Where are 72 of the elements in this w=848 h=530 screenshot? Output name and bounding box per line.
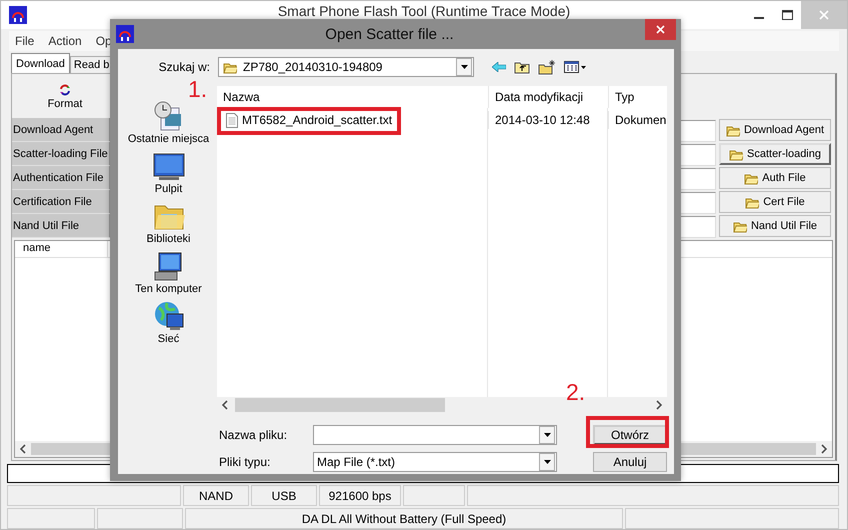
field-label: Szukaj w: bbox=[158, 60, 211, 74]
step-number: 2. bbox=[566, 380, 586, 404]
browse-button[interactable]: Auth File bbox=[719, 167, 831, 189]
folder-icon bbox=[745, 196, 760, 208]
cancel-button[interactable]: Anuluj bbox=[593, 452, 667, 472]
open-button[interactable]: Otwórz bbox=[593, 425, 667, 445]
status-cell bbox=[403, 485, 465, 506]
field-label: Nand Util File bbox=[12, 214, 111, 238]
text-file-icon bbox=[226, 112, 238, 128]
file-name-field[interactable] bbox=[313, 425, 557, 445]
minimize-icon bbox=[754, 17, 764, 19]
browse-button[interactable]: Nand Util File bbox=[719, 215, 831, 237]
dropdown-arrow-icon bbox=[460, 65, 468, 69]
column-header[interactable]: Data modyfikacji bbox=[488, 86, 608, 108]
up-folder-icon bbox=[514, 60, 530, 74]
file-name[interactable]: MT6582_Android_scatter.txt bbox=[242, 113, 392, 127]
tab[interactable]: Read b bbox=[70, 56, 110, 73]
close-icon bbox=[819, 10, 829, 20]
place-item[interactable]: Ostatnie miejsca bbox=[128, 100, 210, 150]
step-number: 1. bbox=[188, 77, 208, 101]
folder-icon bbox=[729, 148, 743, 160]
network-icon bbox=[152, 300, 184, 331]
computer-icon bbox=[152, 250, 184, 281]
place-item[interactable]: Ten komputer bbox=[135, 250, 202, 300]
field-label: Nazwa pliku: bbox=[218, 428, 288, 442]
file-type: Dokumen bbox=[608, 111, 667, 129]
close-icon bbox=[656, 25, 665, 34]
browse-button[interactable]: Download Agent bbox=[719, 119, 831, 141]
column-header[interactable]: Nazwa bbox=[217, 86, 488, 108]
place-item[interactable]: Biblioteki bbox=[146, 200, 191, 250]
status-cell: DA DL All Without Battery (Full Speed) bbox=[185, 508, 623, 529]
status-cell: USB bbox=[251, 485, 317, 506]
menu-item[interactable]: File bbox=[15, 34, 34, 48]
browse-button[interactable]: Cert File bbox=[719, 191, 831, 213]
field-label: Certification File bbox=[12, 190, 111, 214]
field-label: Pliki typu: bbox=[218, 455, 272, 469]
file-date: 2014-03-10 12:48 bbox=[488, 111, 608, 129]
folder-icon bbox=[732, 220, 747, 232]
folder-dropdown[interactable]: ZP780_20140310-194809 bbox=[218, 57, 474, 77]
format-button[interactable]: Format bbox=[40, 82, 90, 112]
app-icon bbox=[9, 6, 27, 24]
field-label: Scatter-loading File bbox=[12, 142, 111, 166]
dropdown-arrow-icon bbox=[544, 460, 550, 464]
menu-item[interactable]: Action bbox=[48, 34, 82, 48]
folder-icon bbox=[223, 60, 237, 74]
close-button[interactable] bbox=[645, 19, 676, 40]
column-header[interactable]: name bbox=[15, 241, 108, 257]
status-cell: 921600 bps bbox=[319, 485, 401, 506]
view-menu-icon bbox=[564, 61, 586, 73]
place-item[interactable]: Sieć bbox=[152, 300, 184, 350]
scroll-right-icon bbox=[655, 400, 663, 410]
window-title: Smart Phone Flash Tool (Runtime Trace Mode) bbox=[278, 3, 570, 19]
folder-icon bbox=[726, 124, 740, 136]
back-arrow-icon bbox=[492, 62, 506, 72]
column-header[interactable]: Typ bbox=[608, 86, 667, 108]
dropdown-arrow-icon bbox=[544, 433, 550, 437]
place-item[interactable]: Pulpit bbox=[152, 150, 184, 200]
tab[interactable]: Download bbox=[11, 53, 70, 73]
folder-icon bbox=[744, 172, 758, 184]
app-icon bbox=[116, 25, 134, 43]
scroll-left-icon bbox=[19, 444, 27, 454]
scroll-left-icon bbox=[221, 400, 229, 410]
field-label: Authentication File bbox=[12, 166, 111, 190]
status-cell: NAND bbox=[183, 485, 249, 506]
dialog-title: Open Scatter file ... bbox=[325, 26, 454, 42]
field-label: Download Agent bbox=[12, 118, 111, 142]
browse-button[interactable]: Scatter-loading bbox=[719, 143, 831, 165]
new-folder-icon bbox=[538, 60, 556, 74]
scroll-right-icon bbox=[820, 444, 828, 454]
maximize-icon bbox=[782, 10, 792, 20]
circular-arrows-icon bbox=[59, 84, 71, 96]
file-type-dropdown[interactable]: Map File (*.txt) bbox=[313, 452, 557, 472]
